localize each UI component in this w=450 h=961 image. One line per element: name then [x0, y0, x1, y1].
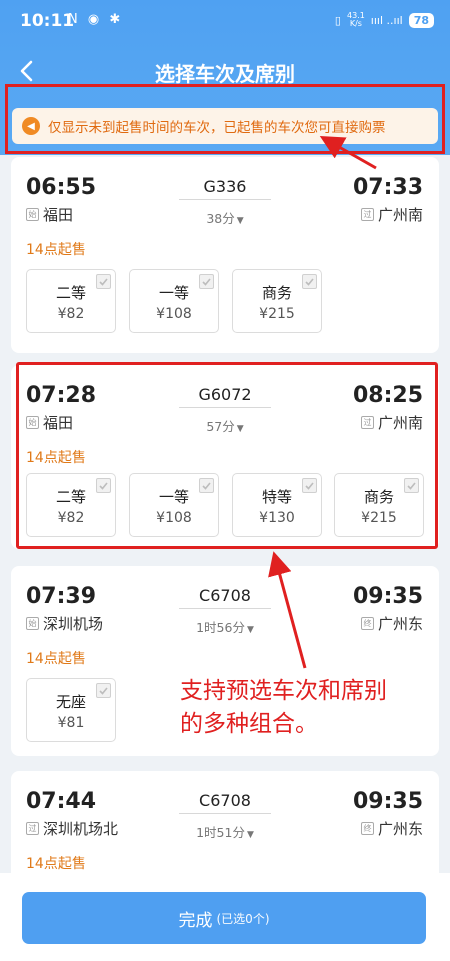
station-tag: 终: [360, 822, 374, 835]
status-right-group: ▯ 43.1 K/s ıııl ..ııl 78: [335, 12, 434, 28]
bottom-bar: 完成 (已选0个): [0, 873, 450, 961]
seat-price: ¥215: [259, 306, 295, 322]
seat-option[interactable]: 一等 ¥108: [129, 269, 219, 333]
duration-text: 1时56分: [196, 620, 245, 635]
seat-option[interactable]: 二等 ¥82: [26, 269, 116, 333]
arrival-station-name: 广州南: [377, 414, 423, 432]
station-tag: 终: [360, 617, 374, 630]
arrival-time: 08:25: [352, 383, 423, 408]
arrival-station: 过 广州南: [360, 204, 423, 225]
seat-option[interactable]: 二等 ¥82: [26, 473, 116, 537]
check-icon: [305, 278, 314, 286]
duration-text: 57分: [206, 419, 235, 434]
check-icon: [202, 278, 211, 286]
caret-down-icon: ▼: [236, 424, 244, 434]
arrival-station: 终 广州东: [360, 818, 423, 839]
check-icon: [407, 482, 416, 490]
seat-checkbox[interactable]: [96, 274, 111, 289]
seat-price: ¥108: [156, 306, 192, 322]
route-line: [179, 407, 271, 408]
check-icon: [99, 482, 108, 490]
seat-option[interactable]: 无座 ¥81: [26, 678, 116, 742]
seat-checkbox[interactable]: [96, 683, 111, 698]
annotation-text: 支持预选车次和席别 的多种组合。: [180, 675, 430, 741]
highlight-frame-notice: [5, 84, 445, 154]
seat-checkbox[interactable]: [199, 478, 214, 493]
seat-option[interactable]: 特等 ¥130: [232, 473, 322, 537]
route-line: [179, 813, 271, 814]
battery-icon: 78: [408, 12, 434, 28]
route-line: [179, 199, 271, 200]
arrival-station-name: 广州南: [377, 206, 423, 224]
annotation-line: 支持预选车次和席别: [180, 678, 387, 704]
seat-checkbox[interactable]: [302, 274, 317, 289]
seat-checkbox[interactable]: [96, 478, 111, 493]
status-time: 10:11: [20, 11, 75, 31]
caret-down-icon: ▼: [246, 830, 254, 840]
check-icon: [99, 278, 108, 286]
seat-price: ¥82: [57, 510, 85, 526]
caret-down-icon: ▼: [246, 625, 254, 635]
station-tag: 过: [360, 208, 374, 221]
seat-checkbox[interactable]: [199, 274, 214, 289]
check-icon: [99, 687, 108, 695]
arrival-station-name: 广州东: [377, 820, 423, 838]
arrival-station-name: 广州东: [377, 615, 423, 633]
sale-time: 14点起售: [26, 242, 86, 258]
check-icon: [305, 482, 314, 490]
arrival-station: 终 广州东: [360, 613, 423, 634]
seat-price: ¥108: [156, 510, 192, 526]
status-notification-icons: N ◉ ✱: [68, 12, 124, 27]
arrival-station: 过 广州南: [360, 412, 423, 433]
sale-time: 14点起售: [26, 651, 86, 667]
network-speed-unit: K/s: [349, 19, 362, 28]
station-tag: 过: [360, 416, 374, 429]
seat-option[interactable]: 一等 ¥108: [129, 473, 219, 537]
check-icon: [202, 482, 211, 490]
vibrate-icon: ▯: [334, 13, 341, 27]
sale-time: 14点起售: [26, 450, 86, 466]
duration-text: 1时51分: [196, 825, 245, 840]
seat-price: ¥215: [361, 510, 397, 526]
selected-count: (已选0个): [216, 911, 270, 926]
arrival-time: 09:35: [352, 789, 423, 814]
network-speed: 43.1 K/s: [347, 12, 365, 28]
seat-option[interactable]: 商务 ¥215: [334, 473, 424, 537]
route-line: [179, 608, 271, 609]
arrival-time: 07:33: [352, 175, 423, 200]
seat-price: ¥82: [57, 306, 85, 322]
seat-price: ¥81: [57, 715, 85, 731]
signal-icon: ıııl ..ııl: [370, 13, 403, 27]
arrival-time: 09:35: [352, 584, 423, 609]
duration-text: 38分: [206, 211, 235, 226]
sale-time: 14点起售: [26, 856, 86, 872]
done-label: 完成: [178, 910, 213, 931]
annotation-line: 的多种组合。: [180, 711, 318, 737]
seat-checkbox[interactable]: [302, 478, 317, 493]
train-card[interactable]: 07:44 C6708 09:35 过 深圳机场北 1时51分 ▼ 终 广州东 1…: [11, 771, 439, 881]
train-card[interactable]: 07:28 G6072 08:25 始 福田 57分 ▼ 过 广州南 14点起售 …: [11, 365, 439, 549]
seat-option[interactable]: 商务 ¥215: [232, 269, 322, 333]
seat-price: ¥130: [259, 510, 295, 526]
status-bar: 10:11 N ◉ ✱ ▯ 43.1 K/s ıııl ..ııl 78: [0, 0, 450, 44]
page-title: 选择车次及席别: [155, 62, 295, 86]
train-card[interactable]: 06:55 G336 07:33 始 福田 38分 ▼ 过 广州南 14点起售 二…: [11, 157, 439, 353]
done-button[interactable]: 完成 (已选0个): [22, 892, 426, 944]
caret-down-icon: ▼: [236, 216, 244, 226]
seat-checkbox[interactable]: [404, 478, 419, 493]
